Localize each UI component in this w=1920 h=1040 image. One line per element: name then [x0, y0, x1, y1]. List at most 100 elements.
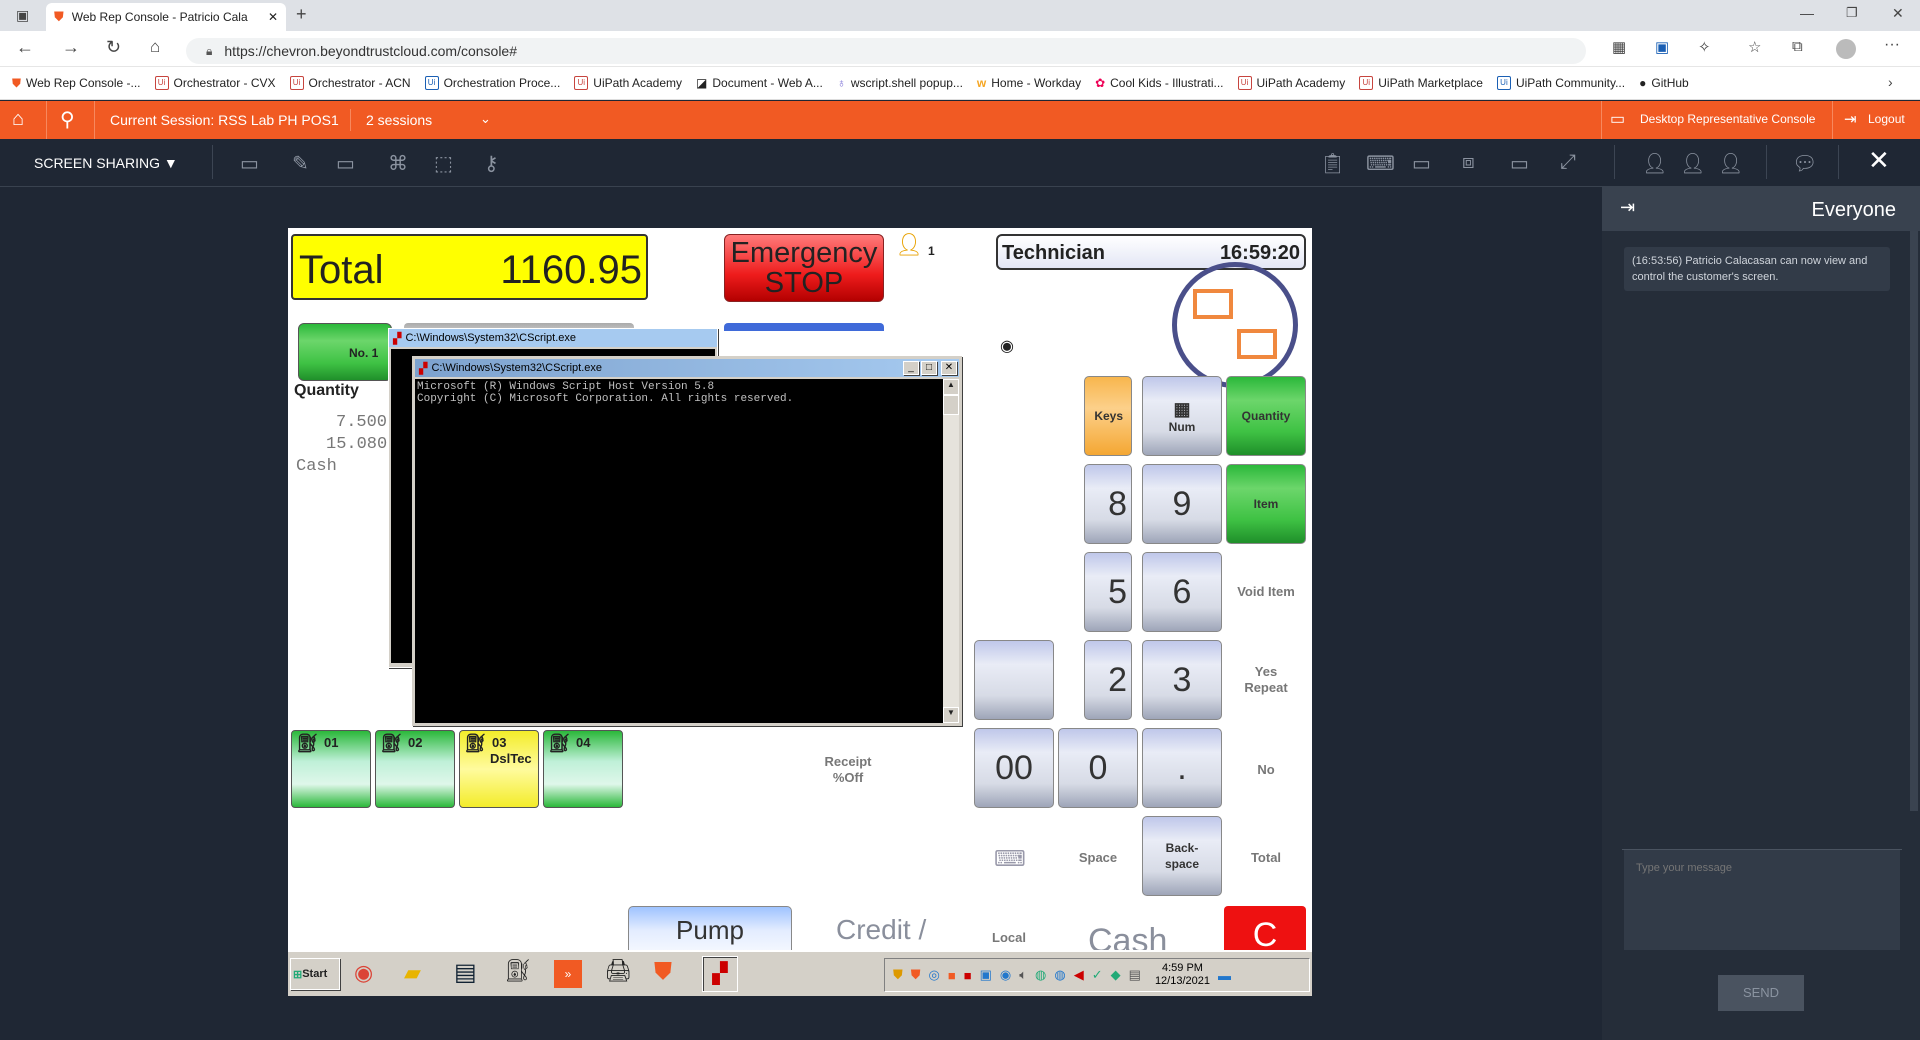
keyboard-icon[interactable]: ⌨ — [994, 846, 1026, 872]
bookmark-item[interactable]: Ui Orchestrator - ACN — [289, 76, 411, 90]
chat-scrollbar[interactable] — [1910, 231, 1918, 811]
receipt-off-button[interactable]: Receipt %Off — [808, 754, 888, 786]
forward-icon[interactable]: → — [62, 37, 80, 58]
minimize-icon[interactable]: — — [1800, 5, 1814, 21]
extensions-puzzle-icon[interactable]: ✧ — [1698, 38, 1711, 56]
send-button[interactable]: SEND — [1718, 975, 1804, 1011]
key-dot[interactable]: . — [1142, 728, 1222, 808]
tray-icon[interactable]: ◍ — [1054, 967, 1065, 983]
mouse-control-icon[interactable]: ✎ — [292, 151, 309, 176]
no-button[interactable]: No — [1226, 762, 1306, 777]
browser-tab[interactable]: ⛊ Web Rep Console - Patricio Cala ✕ — [46, 3, 286, 31]
key-2[interactable]: 2 — [1084, 640, 1132, 720]
key-8[interactable]: 8 — [1084, 464, 1132, 544]
user-invite-icon[interactable]: 👤︎ — [1642, 151, 1667, 176]
minimize-icon[interactable]: _ — [903, 361, 919, 375]
back-icon[interactable]: ← — [16, 37, 34, 58]
search-icon[interactable]: ⚲ — [60, 107, 75, 132]
network-printer-icon[interactable]: 🖨︎ — [604, 958, 632, 984]
user-transfer-icon[interactable]: 👤︎ — [1718, 151, 1743, 176]
bookmark-item[interactable]: Ui Orchestration Proce... — [424, 76, 560, 90]
pump-04[interactable]: ⛽︎ 04 — [543, 730, 623, 808]
fuel-pump-icon[interactable]: ⛽︎ — [504, 958, 532, 984]
more-menu-icon[interactable]: ··· — [1884, 36, 1900, 54]
start-button[interactable]: ⊞ Start — [290, 958, 340, 990]
tray-icon[interactable]: ■ — [964, 968, 972, 983]
bookmark-item[interactable]: Ui UiPath Academy — [574, 76, 682, 90]
key-3[interactable]: 3 — [1142, 640, 1222, 720]
tray-icon[interactable]: ▤ — [1129, 967, 1141, 983]
keyboard-shortcut-icon[interactable]: ⌘ — [388, 151, 408, 176]
display-settings-icon[interactable]: ▭ — [336, 151, 355, 176]
key-0[interactable]: 0 — [1058, 728, 1138, 808]
beyondtrust-shield-icon[interactable]: ⛊ — [654, 958, 672, 986]
local-account-button[interactable]: Local — [992, 930, 1026, 945]
bookmark-item[interactable]: ⛊ Web Rep Console -... — [12, 76, 141, 91]
maximize-icon[interactable]: □ — [921, 361, 937, 375]
user-add-icon[interactable]: 👤︎ — [1680, 151, 1705, 176]
scroll-thumb[interactable] — [943, 395, 959, 415]
tab-no1[interactable]: No. 1 — [298, 323, 392, 381]
fit-screen-icon[interactable]: ⧈ — [1462, 151, 1475, 174]
scroll-down-icon[interactable]: ▼ — [943, 707, 959, 723]
yes-repeat-button[interactable]: Yes Repeat — [1226, 664, 1306, 696]
chat-icon[interactable]: 💬︎ — [1792, 151, 1817, 176]
pump-03[interactable]: ⛽︎ 03 DslTec — [459, 730, 539, 808]
monitors-icon[interactable]: ▭ — [1412, 151, 1431, 176]
console-scrollbar[interactable]: ▲ ▼ — [943, 379, 959, 723]
console-body[interactable]: Microsoft (R) Windows Script Host Versio… — [415, 379, 943, 723]
chrome-icon[interactable]: ◉ — [354, 960, 373, 986]
window-title-bar[interactable]: ▞ C:\Windows\System32\CScript.exe _ □ ✕ — [415, 359, 959, 377]
emergency-stop-button[interactable]: Emergency STOP — [724, 234, 884, 302]
key-5[interactable]: 5 — [1084, 552, 1132, 632]
remote-screen[interactable]: Total 1160.95 Emergency STOP 👤︎ 1 Techni… — [288, 228, 1312, 996]
close-tab-icon[interactable]: ✕ — [268, 10, 278, 24]
current-session-label[interactable]: Current Session: RSS Lab PH POS1 — [110, 112, 339, 128]
bookmark-item[interactable]: ● GitHub — [1639, 76, 1689, 90]
fullscreen-icon[interactable]: ⤢ — [1560, 151, 1576, 174]
item-button[interactable]: Item — [1226, 464, 1306, 544]
num-button[interactable]: ▦ Num — [1142, 376, 1222, 456]
tray-icon[interactable]: ◉ — [1000, 967, 1011, 983]
explorer-icon[interactable]: ▰ — [404, 960, 421, 986]
volume-icon[interactable]: 🔈︎ — [1019, 967, 1027, 983]
bookmarks-overflow-icon[interactable]: › — [1888, 74, 1893, 90]
url-bar[interactable]: 🔒︎ https://chevron.beyondtrustcloud.com/… — [186, 38, 1586, 64]
app-icon-orange[interactable]: » — [554, 960, 582, 988]
bookmark-item[interactable]: Ui Orchestrator - CVX — [154, 76, 276, 90]
backspace-button[interactable]: Back-space — [1142, 816, 1222, 896]
key-00[interactable]: 00 — [974, 728, 1054, 808]
close-session-icon[interactable]: ✕ — [1868, 145, 1890, 176]
monitor-settings-icon[interactable]: ▭ — [240, 151, 259, 176]
extension-icon-2[interactable]: ▣ — [1655, 38, 1669, 56]
tray-clock[interactable]: 4:59 PM 12/13/2021 — [1155, 962, 1210, 988]
void-item-button[interactable]: Void Item — [1226, 584, 1306, 599]
bookmark-item[interactable]: Ui UiPath Marketplace — [1359, 76, 1483, 90]
tab-actions-icon[interactable]: ▣ — [16, 7, 29, 24]
tray-icon[interactable]: ◍ — [1035, 967, 1046, 983]
desktop-console-link[interactable]: Desktop Representative Console — [1640, 112, 1815, 126]
scroll-up-icon[interactable]: ▲ — [943, 379, 959, 395]
close-icon[interactable]: ✕ — [941, 361, 957, 375]
monitor-icon[interactable]: ▭ — [1510, 151, 1529, 176]
close-window-icon[interactable]: ✕ — [1892, 5, 1904, 22]
tray-icon[interactable]: ■ — [948, 968, 956, 983]
collections-icon[interactable]: ⧉ — [1792, 38, 1803, 55]
show-desktop-icon[interactable]: ▬ — [1218, 968, 1231, 983]
favorites-icon[interactable]: ☆ — [1748, 38, 1761, 56]
pump-02[interactable]: ⛽︎ 02 — [375, 730, 455, 808]
refresh-icon[interactable]: ↻ — [106, 37, 121, 58]
window-title-bar[interactable]: ▞ C:\Windows\System32\CScript.exe — [389, 329, 717, 347]
home-icon[interactable]: ⌂ — [12, 108, 24, 131]
chat-message-input[interactable] — [1624, 850, 1900, 950]
tray-icon[interactable]: ⛊ — [911, 967, 921, 983]
bookmark-item[interactable]: w Home - Workday — [977, 76, 1081, 90]
credit-button[interactable]: Credit / — [836, 914, 926, 946]
window-icon[interactable]: ▤ — [454, 958, 477, 987]
restore-icon[interactable]: ❐ — [1846, 5, 1858, 21]
keys-button[interactable]: Keys — [1084, 376, 1132, 456]
key-9[interactable]: 9 — [1142, 464, 1222, 544]
chevron-down-icon[interactable]: ⌄ — [480, 111, 491, 127]
bookmark-item[interactable]: ♁ wscript.shell popup... — [837, 76, 963, 90]
key-2-left[interactable] — [974, 640, 1054, 720]
